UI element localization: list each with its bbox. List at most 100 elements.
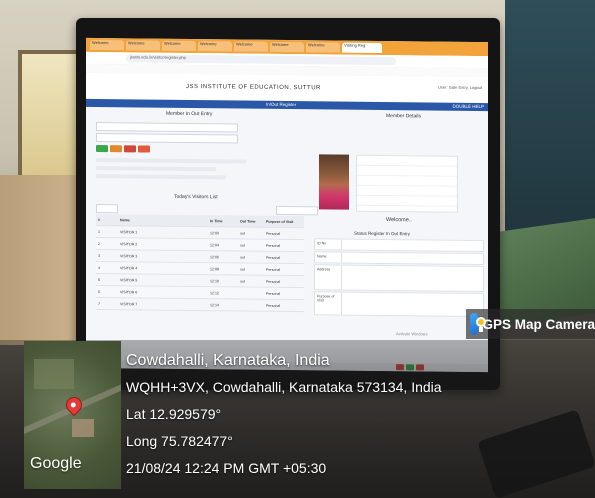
app-title: JSS INSTITUTE OF EDUCATION, SUTTUR [186,83,321,92]
extra-button[interactable] [138,145,150,153]
gps-camera-icon [470,313,487,335]
gps-badge-label: GPS Map Camera [482,316,595,332]
detail-row [357,195,457,207]
cell: VISITOR 5 [120,277,138,282]
user-info[interactable]: User: Gate Entry, Logout [438,85,482,90]
cell: 12:04 [210,242,219,247]
cell: Personal [266,303,281,308]
cell: out [240,231,245,236]
status-form: ID No Name Address Purpose of Visit [314,238,484,318]
form-label: Purpose of Visit [317,294,335,303]
member-photo [319,154,349,210]
cell: Personal [266,291,281,296]
cell: out [240,279,245,284]
page-size-select[interactable] [96,203,118,214]
cell: 12:08 [210,266,219,271]
cell: 5 [98,277,100,282]
cell: out [240,267,245,272]
browser-tab[interactable]: Welcome [270,41,304,53]
table-search-input[interactable] [276,205,318,216]
entry-title: Member In Out Entry [166,110,213,118]
status-title: Status Register In Out Entry [354,230,411,237]
address-input[interactable] [341,265,483,292]
timestamp: 21/08/24 12:24 PM GMT +05:30 [126,460,327,476]
browser-tab-active[interactable]: Visiting Reg [342,42,382,53]
plus-address: WQHH+3VX, Cowdahalli, Karnataka 573134, … [126,379,442,395]
cell: 6 [98,289,100,294]
cell: Personal [266,279,281,284]
cell: VISITOR 7 [120,301,138,306]
form-row: Name [314,251,484,266]
cell: out [240,255,245,260]
table-row: 7 VISITOR 7 12:14 Personal [96,297,304,313]
cell: 12:12 [210,290,219,295]
cell: 2 [98,241,100,246]
cell: out [240,243,245,248]
cell: VISITOR 3 [120,253,138,258]
cell: VISITOR 6 [120,289,138,294]
map-building [72,419,94,437]
member-type-select[interactable] [96,121,238,133]
browser-tab[interactable]: Welcome [162,40,196,52]
clear-button[interactable] [124,145,136,153]
browser-tab[interactable]: Welcome [306,42,340,53]
name-input[interactable] [341,252,483,265]
form-row: Purpose of Visit [314,291,484,318]
summary-line [96,165,216,172]
url-input[interactable]: jssstu.edu.in/visitor/register.php [126,54,396,66]
cell: 12:14 [210,302,219,307]
latitude: Lat 12.929579° [126,406,222,422]
cell: 7 [98,301,100,306]
cell: Personal [266,231,281,236]
table-title: Today's Visitors List [174,193,218,201]
cell: VISITOR 1 [120,229,138,234]
cell: 3 [98,253,100,258]
details-title: Member Details [386,113,422,120]
col-header[interactable]: Out Time [240,219,266,223]
id-input[interactable] [341,239,483,252]
browser-tab[interactable]: Welcome [234,41,268,52]
member-id-input[interactable] [96,132,238,144]
form-label: Name [317,254,327,259]
visitors-table: # Name In Time Out Time Purpose of Visit… [96,213,304,313]
cell: Personal [266,243,281,248]
cell: Personal [266,267,281,272]
col-header[interactable]: Name [120,218,210,223]
room-window [18,50,84,188]
cell: 4 [98,265,100,270]
cell: 12:06 [210,254,219,259]
shelf [505,0,595,250]
nav-register[interactable]: In/Out Register [266,102,296,107]
photo-scene: Welcome Welcome Welcome Welcome Welcome … [0,0,595,498]
browser-tab[interactable]: Welcome [198,41,232,52]
nav-help[interactable]: DOUBLE HELP [452,104,484,109]
out-button[interactable] [110,145,122,153]
col-header[interactable]: # [96,217,120,222]
monitor-screen: Welcome Welcome Welcome Welcome Welcome … [86,37,488,373]
cell: 1 [98,229,100,234]
form-row: Address [314,264,484,293]
form-row: ID No [314,238,484,253]
cell: VISITOR 2 [120,241,138,246]
in-button[interactable] [96,144,108,153]
form-label: Address [317,267,331,272]
place-name: Cowdahalli, Karnataka, India [126,352,330,369]
col-header[interactable]: In Time [210,219,240,223]
gps-badge: GPS Map Camera [466,309,595,339]
purpose-input[interactable] [341,292,483,317]
summary-line [96,157,246,164]
form-label: ID No [317,241,327,246]
browser-tab[interactable]: Welcome [90,39,124,51]
cell: 12:00 [210,230,219,235]
activate-windows-watermark: Activate Windows [396,331,428,337]
welcome-text: Welcome.. [386,217,412,224]
member-details [356,154,458,213]
monitor: Welcome Welcome Welcome Welcome Welcome … [76,18,500,390]
cell: 12:10 [210,278,219,283]
summary-line [96,173,226,180]
col-header[interactable]: Purpose of Visit [266,219,304,223]
map-field [34,359,74,389]
longitude: Long 75.782477° [126,433,233,449]
browser-tab[interactable]: Welcome [126,40,160,51]
google-logo: Google [30,455,82,472]
